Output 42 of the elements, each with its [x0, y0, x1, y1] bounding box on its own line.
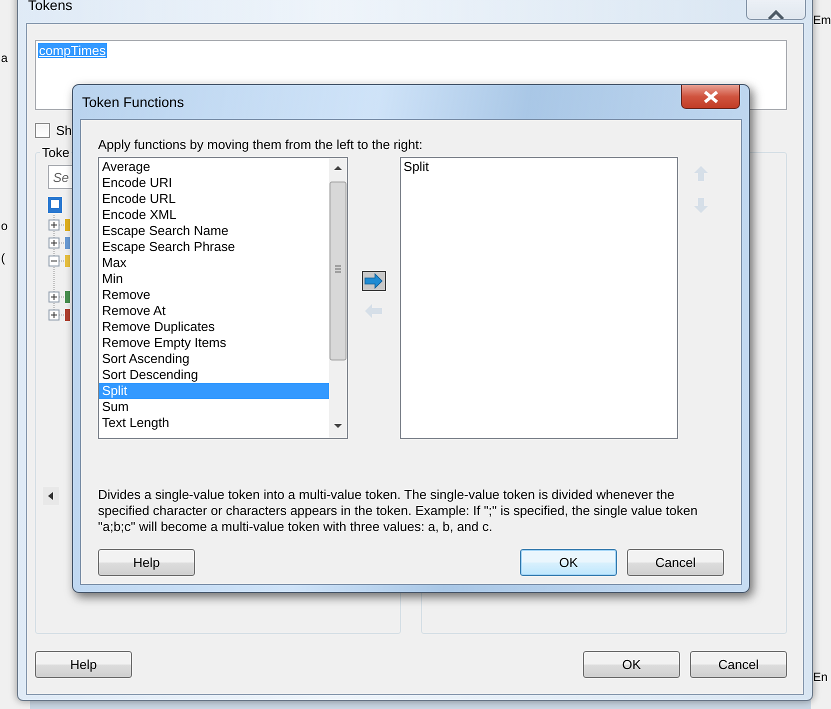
cancel-button[interactable]: Cancel: [690, 650, 787, 678]
list-item[interactable]: Average: [99, 159, 329, 175]
list-item[interactable]: Remove Duplicates: [99, 319, 329, 335]
dialog-title: Token Functions: [81, 94, 184, 110]
list-item[interactable]: Escape Search Name: [99, 223, 329, 239]
list-item[interactable]: Escape Search Phrase: [99, 239, 329, 255]
up-arrow-icon: [693, 164, 710, 182]
help-button[interactable]: Help: [98, 549, 195, 576]
list-item[interactable]: Split: [400, 159, 678, 175]
window-title: Tokens: [27, 0, 72, 13]
list-item[interactable]: Min: [99, 271, 329, 287]
list-item[interactable]: Sum: [99, 399, 329, 415]
group-label: Toke: [40, 145, 72, 160]
right-arrow-icon: [364, 273, 384, 289]
list-item[interactable]: Remove Empty Items: [99, 335, 329, 351]
description-text: Divides a single-value token into a multi-value token. The single-value token is divided whenever the specified character or characters appears in the token. Example: If ";" is specified, the single value token "a;b;c" will become a multi-value token with three values: a, b, and c.: [98, 487, 699, 535]
list-item[interactable]: Remove At: [99, 303, 329, 319]
checkbox-label: Sh: [56, 122, 72, 138]
scrollbar[interactable]: [328, 158, 347, 438]
help-button[interactable]: Help: [35, 650, 132, 678]
cut-off-text: (: [1, 250, 5, 266]
cancel-button[interactable]: Cancel: [627, 549, 724, 576]
list-item[interactable]: Encode URL: [99, 191, 329, 207]
list-item[interactable]: Sort Descending: [99, 367, 329, 383]
list-item[interactable]: Encode XML: [99, 207, 329, 223]
cut-off-text: o: [1, 218, 8, 234]
cut-off-text: a: [1, 50, 8, 66]
add-button[interactable]: [362, 271, 386, 291]
cut-off-text: Em: [813, 12, 831, 28]
checkbox[interactable]: [35, 122, 50, 138]
left-arrow-icon: [364, 303, 384, 319]
cut-off-text: En: [813, 669, 828, 685]
list-item[interactable]: Sort Ascending: [99, 351, 329, 367]
down-arrow-icon: [693, 196, 710, 214]
list-item[interactable]: Encode URI: [99, 175, 329, 191]
ok-button[interactable]: OK: [583, 650, 680, 678]
instruction-text: Apply functions by moving them from the left to the right:: [98, 137, 424, 153]
list-item[interactable]: Max: [99, 255, 329, 271]
list-item[interactable]: Remove: [99, 287, 329, 303]
list-item[interactable]: Text Length: [99, 415, 329, 431]
ok-button[interactable]: OK: [520, 549, 617, 576]
scroll-left-icon[interactable]: [43, 487, 59, 505]
